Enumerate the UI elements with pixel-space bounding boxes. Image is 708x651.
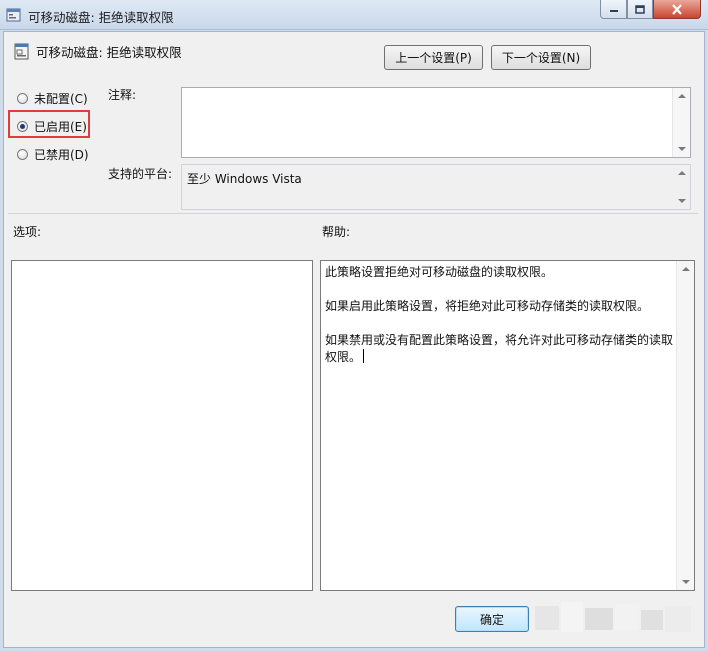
text-caret xyxy=(363,349,365,363)
radio-not-configured[interactable]: 未配置(C) xyxy=(17,90,88,107)
policy-title: 可移动磁盘: 拒绝读取权限 xyxy=(36,45,182,60)
radio-label: 未配置(C) xyxy=(34,92,88,106)
section-divider xyxy=(8,213,698,214)
help-scrollbar[interactable] xyxy=(676,261,694,590)
supported-platform-field: 至少 Windows Vista xyxy=(181,164,691,210)
policy-setting-icon xyxy=(6,7,22,22)
close-icon xyxy=(672,3,682,15)
watermark-overlay xyxy=(535,598,697,638)
comment-label: 注释: xyxy=(108,88,137,102)
ok-button[interactable]: 确定 xyxy=(455,606,529,632)
help-paragraph-text: 如果禁用或没有配置此策略设置，将允许对此可移动存储类的读取权限。 xyxy=(325,333,674,364)
options-label: 选项: xyxy=(13,225,42,239)
help-pane[interactable]: 此策略设置拒绝对可移动磁盘的读取权限。 如果启用此策略设置，将拒绝对此可移动存储… xyxy=(320,260,695,591)
minimize-button[interactable] xyxy=(600,0,627,19)
help-paragraph: 如果启用此策略设置，将拒绝对此可移动存储类的读取权限。 xyxy=(325,299,650,313)
options-pane xyxy=(11,260,313,591)
radio-circle[interactable] xyxy=(17,93,28,104)
scroll-down-arrow-icon[interactable] xyxy=(678,199,686,203)
help-paragraph: 如果禁用或没有配置此策略设置，将允许对此可移动存储类的读取权限。 xyxy=(325,332,677,366)
help-text: 此策略设置拒绝对可移动磁盘的读取权限。 如果启用此策略设置，将拒绝对此可移动存储… xyxy=(325,264,677,366)
radio-circle[interactable] xyxy=(17,149,28,160)
radio-label: 已禁用(D) xyxy=(34,148,89,162)
scroll-up-arrow-icon[interactable] xyxy=(678,171,686,175)
radio-disabled[interactable]: 已禁用(D) xyxy=(17,146,89,163)
scroll-up-arrow-icon[interactable] xyxy=(678,94,686,98)
next-setting-button[interactable]: 下一个设置(N) xyxy=(491,45,591,70)
supported-platform-value: 至少 Windows Vista xyxy=(187,172,302,186)
scroll-down-arrow-icon[interactable] xyxy=(682,580,690,584)
platform-scrollbar[interactable] xyxy=(673,165,690,209)
previous-setting-button[interactable]: 上一个设置(P) xyxy=(384,45,483,70)
policy-document-icon xyxy=(14,43,30,60)
comment-scrollbar[interactable] xyxy=(672,88,690,157)
maximize-icon xyxy=(635,4,645,14)
highlight-box xyxy=(8,110,90,138)
maximize-button[interactable] xyxy=(627,0,653,19)
help-label: 帮助: xyxy=(322,225,351,239)
scroll-up-arrow-icon[interactable] xyxy=(682,267,690,271)
minimize-icon xyxy=(609,10,618,12)
window-title: 可移动磁盘: 拒绝读取权限 xyxy=(28,10,174,25)
close-button[interactable] xyxy=(653,0,701,19)
scroll-down-arrow-icon[interactable] xyxy=(678,147,686,151)
comment-textarea[interactable] xyxy=(181,87,691,158)
supported-platform-label: 支持的平台: xyxy=(108,167,173,181)
help-paragraph: 此策略设置拒绝对可移动磁盘的读取权限。 xyxy=(325,265,554,279)
